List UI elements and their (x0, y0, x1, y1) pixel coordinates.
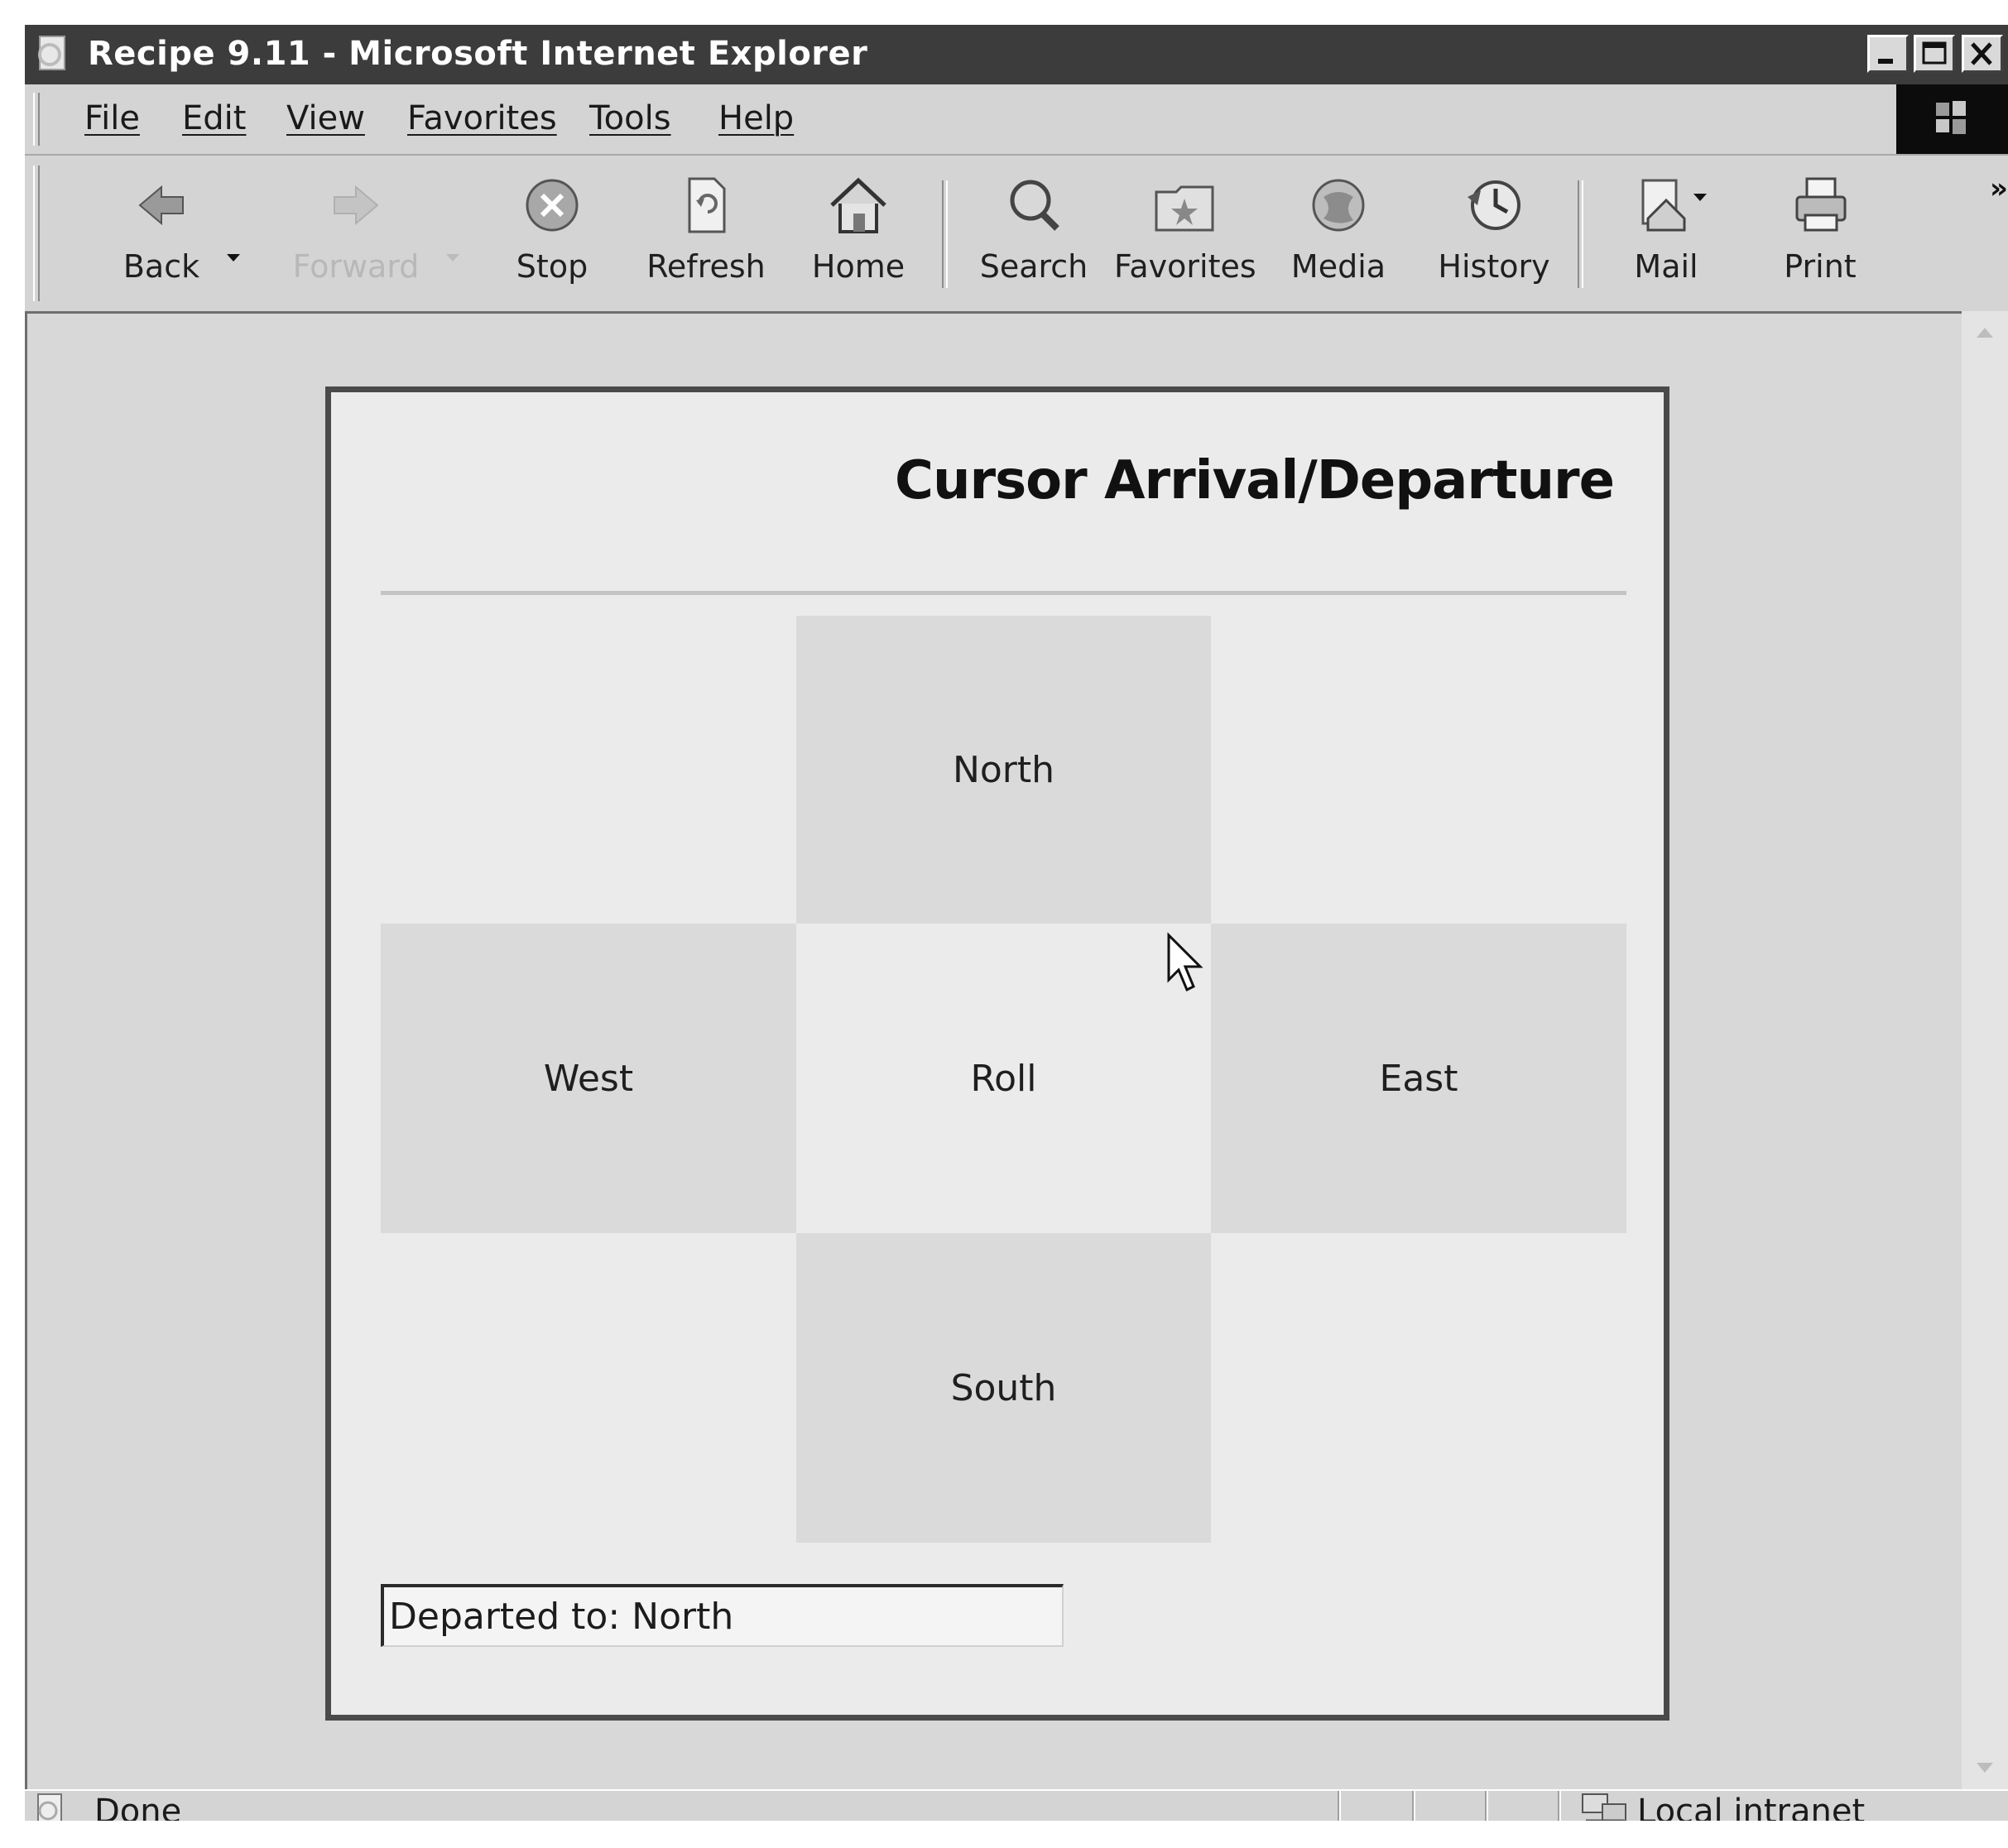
direction-grid: North West Roll East South (381, 616, 1626, 1543)
mouse-pointer-icon (1167, 932, 1203, 992)
menu-bar: File Edit View Favorites Tools Help (25, 84, 2008, 156)
maximize-button[interactable] (1914, 35, 1955, 73)
home-button[interactable]: Home (788, 172, 929, 296)
favorites-button[interactable]: Favorites (1114, 172, 1256, 296)
menu-view[interactable]: View (286, 99, 365, 137)
media-button[interactable]: Media (1268, 172, 1409, 296)
west-zone[interactable]: West (381, 924, 796, 1233)
status-separator (1338, 1791, 1341, 1821)
refresh-label: Refresh (646, 248, 766, 285)
title-bar[interactable]: Recipe 9.11 - Microsoft Internet Explore… (25, 25, 2008, 84)
media-label: Media (1290, 248, 1386, 285)
mail-dropdown-arrow-icon[interactable] (1690, 190, 1710, 204)
vertical-scrollbar[interactable] (1962, 311, 2008, 1789)
menu-favorites[interactable]: Favorites (407, 99, 557, 137)
media-icon (1312, 179, 1365, 232)
toolbar-more-chevron[interactable]: » (1990, 172, 2008, 205)
east-zone[interactable]: East (1211, 924, 1626, 1233)
mail-label: Mail (1634, 248, 1698, 285)
home-icon (830, 177, 886, 233)
security-zone-label: Local intranet (1637, 1793, 1866, 1821)
history-button[interactable]: History (1424, 172, 1564, 296)
east-label: East (1379, 1057, 1458, 1100)
roll-zone[interactable]: Roll (796, 924, 1211, 1233)
menu-tools[interactable]: Tools (589, 99, 671, 137)
print-label: Print (1784, 248, 1857, 285)
page-title: Cursor Arrival/Departure (894, 450, 1615, 511)
status-bar: Done Local intranet (25, 1789, 2008, 1821)
status-separator (1558, 1791, 1561, 1821)
forward-label: Forward (292, 248, 420, 285)
horizontal-rule (381, 591, 1626, 595)
toolbar-separator (1578, 180, 1583, 288)
home-label: Home (811, 248, 906, 285)
south-zone[interactable]: South (796, 1233, 1211, 1543)
favorites-label: Favorites (1114, 248, 1256, 285)
page-status-icon (37, 1793, 62, 1821)
stop-icon (526, 179, 579, 232)
stop-label: Stop (516, 248, 588, 285)
south-label: South (950, 1366, 1057, 1409)
search-icon (1010, 180, 1059, 231)
back-dropdown-arrow-icon[interactable] (223, 251, 243, 264)
menu-grip[interactable] (33, 93, 40, 146)
window-title: Recipe 9.11 - Microsoft Internet Explore… (88, 35, 868, 73)
maximize-icon (1922, 41, 1947, 65)
menu-help[interactable]: Help (718, 99, 794, 137)
history-label: History (1438, 248, 1550, 285)
north-zone[interactable]: North (796, 616, 1211, 924)
roll-label: Roll (970, 1057, 1037, 1100)
forward-dropdown-arrow-icon[interactable] (443, 251, 463, 264)
minimize-button[interactable] (1867, 35, 1909, 73)
history-icon (1468, 180, 1520, 230)
ie-page-icon (38, 36, 65, 70)
close-icon (1971, 42, 1992, 65)
toolbar-grip[interactable] (33, 166, 40, 301)
search-button[interactable]: Search (963, 172, 1104, 296)
windows-logo-throbber (1896, 84, 2008, 154)
search-label: Search (979, 248, 1088, 285)
page-panel: Cursor Arrival/Departure North West Roll… (325, 386, 1669, 1721)
status-separator (1412, 1791, 1415, 1821)
back-arrow-icon (138, 185, 184, 226)
back-label: Back (122, 248, 200, 285)
status-text-field[interactable] (381, 1584, 1064, 1647)
windows-flag-icon (1936, 101, 1966, 134)
toolbar-separator (942, 180, 948, 288)
browser-window: Recipe 9.11 - Microsoft Internet Explore… (25, 25, 2008, 1821)
minimize-icon (1878, 59, 1893, 64)
mail-icon (1641, 179, 1686, 232)
page-viewport: Cursor Arrival/Departure North West Roll… (25, 311, 1964, 1792)
refresh-button[interactable]: Refresh (636, 172, 776, 296)
west-label: West (543, 1057, 634, 1100)
scroll-down-arrow-icon[interactable] (1962, 1748, 2008, 1789)
menu-file[interactable]: File (84, 99, 140, 137)
favorites-folder-icon (1155, 185, 1214, 232)
local-intranet-icon (1582, 1793, 1626, 1821)
north-label: North (952, 748, 1055, 791)
status-separator (1485, 1791, 1488, 1821)
close-button[interactable] (1962, 35, 2003, 73)
print-icon (1795, 177, 1847, 232)
forward-button[interactable]: Forward (286, 172, 426, 296)
menu-edit[interactable]: Edit (182, 99, 246, 137)
forward-arrow-icon (334, 185, 379, 226)
status-text: Done (94, 1793, 182, 1821)
back-button[interactable]: Back (91, 172, 232, 296)
mail-button[interactable]: Mail (1596, 172, 1737, 296)
scroll-up-arrow-icon[interactable] (1962, 311, 2008, 353)
print-button[interactable]: Print (1750, 172, 1890, 296)
standard-toolbar: Back Forward Stop Refresh Home Search Fa… (25, 156, 2008, 314)
stop-button[interactable]: Stop (482, 172, 622, 296)
refresh-icon (688, 177, 726, 233)
